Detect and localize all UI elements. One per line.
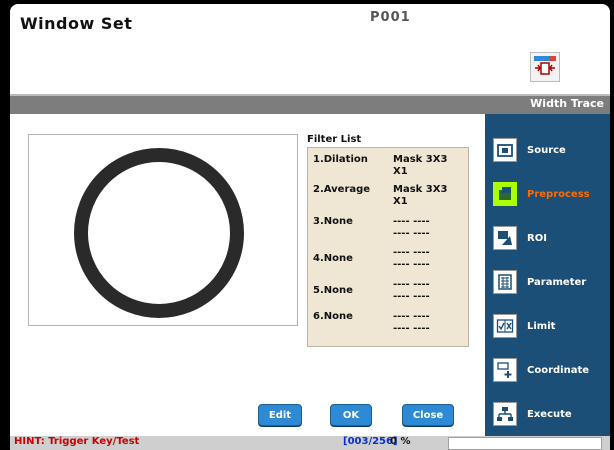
ok-button[interactable]: OK <box>330 404 372 426</box>
filter-name: 1.Dilation <box>313 154 368 165</box>
image-preview[interactable] <box>28 134 298 326</box>
width-trace-tool-button[interactable] <box>530 52 560 82</box>
filter-name: 5.None <box>313 285 353 296</box>
close-button[interactable]: Close <box>402 404 454 426</box>
sidebar-item-parameter[interactable]: Parameter <box>493 266 605 298</box>
grid-icon <box>493 270 517 294</box>
app-frame: Window Set P001 Width Trace Filter List … <box>0 0 614 450</box>
filter-icon <box>493 182 517 206</box>
filter-value-2: ---- ---- <box>393 259 430 270</box>
section-band: Width Trace <box>10 96 610 114</box>
filter-name: 3.None <box>313 216 353 227</box>
filter-value-2: X1 <box>393 196 408 207</box>
percent-text: 0 % <box>390 436 411 447</box>
camera-icon <box>493 138 517 162</box>
filter-value: Mask 3X3 <box>393 154 448 165</box>
sidebar-item-execute[interactable]: Execute <box>493 398 605 430</box>
filter-list-title: Filter List <box>307 134 362 145</box>
filter-value: ---- ---- <box>393 311 430 322</box>
sidebar-item-limit[interactable]: Limit <box>493 310 605 342</box>
sidebar-item-roi[interactable]: ROI <box>493 222 605 254</box>
coordinate-icon <box>493 358 517 382</box>
sidebar-item-source[interactable]: Source <box>493 134 605 166</box>
sidebar-item-label: Limit <box>527 320 556 332</box>
sidebar-item-label: Preprocess <box>527 188 590 200</box>
hint-text: HINT: Trigger Key/Test <box>14 436 140 447</box>
sidebar-item-label: Source <box>527 144 566 156</box>
sidebar-item-preprocess[interactable]: Preprocess <box>493 178 605 210</box>
program-code: P001 <box>370 10 411 25</box>
filter-name: 2.Average <box>313 184 371 195</box>
ring-image <box>74 148 244 318</box>
status-field <box>448 437 602 450</box>
filter-value-2: ---- ---- <box>393 228 430 239</box>
filter-name: 6.None <box>313 311 353 322</box>
filter-value-2: X1 <box>393 166 408 177</box>
filter-value: ---- ---- <box>393 279 430 290</box>
execute-icon <box>493 402 517 426</box>
filter-value: Mask 3X3 <box>393 184 448 195</box>
roi-icon <box>493 226 517 250</box>
sidebar-item-label: Coordinate <box>527 364 590 376</box>
edit-button[interactable]: Edit <box>258 404 302 426</box>
filter-value: ---- ---- <box>393 247 430 258</box>
status-bar: HINT: Trigger Key/Test [003/256] 0 % <box>10 436 610 450</box>
step-sidebar: Source Preprocess ROI Parameter Limit Co… <box>485 114 610 436</box>
sidebar-item-label: Parameter <box>527 276 587 288</box>
window-title: Window Set <box>20 14 133 33</box>
sidebar-item-label: ROI <box>527 232 547 244</box>
content-area: Filter List 1.Dilation Mask 3X3 X1 2.Ave… <box>10 114 485 436</box>
filter-value-2: ---- ---- <box>393 323 430 334</box>
sidebar-item-coordinate[interactable]: Coordinate <box>493 354 605 386</box>
width-trace-icon <box>534 56 556 75</box>
check-x-icon <box>493 314 517 338</box>
sidebar-item-label: Execute <box>527 408 572 420</box>
filter-value-2: ---- ---- <box>393 291 430 302</box>
window-set-panel: Window Set P001 Width Trace Filter List … <box>10 4 610 436</box>
filter-list: 1.Dilation Mask 3X3 X1 2.Average Mask 3X… <box>307 147 469 347</box>
filter-value: ---- ---- <box>393 216 430 227</box>
section-title: Width Trace <box>530 97 604 110</box>
filter-name: 4.None <box>313 253 353 264</box>
